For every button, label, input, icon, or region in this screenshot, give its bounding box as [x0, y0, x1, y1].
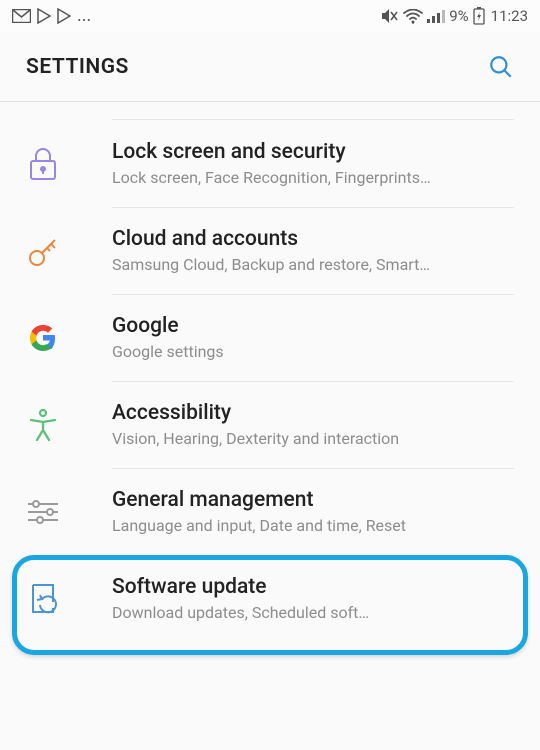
- settings-list: Lock screen and security Lock screen, Fa…: [0, 102, 540, 642]
- accessibility-icon: [26, 408, 60, 442]
- signal-icon: [427, 9, 445, 23]
- google-icon: [26, 321, 60, 355]
- item-subtitle: Download updates, Scheduled soft…: [112, 603, 492, 622]
- settings-item-cloud-accounts[interactable]: Cloud and accounts Samsung Cloud, Backup…: [0, 207, 540, 294]
- header: SETTINGS: [0, 32, 540, 102]
- item-subtitle: Lock screen, Face Recognition, Fingerpri…: [112, 168, 492, 187]
- settings-item-software-update[interactable]: Software update Download updates, Schedu…: [0, 555, 540, 642]
- settings-item-lock-screen[interactable]: Lock screen and security Lock screen, Fa…: [0, 120, 540, 207]
- battery-icon: [473, 7, 485, 25]
- play-icon: [57, 8, 71, 24]
- item-subtitle: Language and input, Date and time, Reset: [112, 516, 492, 535]
- truncated-item: [112, 102, 514, 120]
- settings-item-general-management[interactable]: General management Language and input, D…: [0, 468, 540, 555]
- play-icon: [37, 8, 51, 24]
- item-subtitle: Samsung Cloud, Backup and restore, Smart…: [112, 255, 492, 274]
- page-title: SETTINGS: [26, 55, 129, 79]
- key-icon: [26, 234, 60, 268]
- item-title: General management: [112, 488, 514, 512]
- battery-percent: 9%: [449, 7, 468, 25]
- item-subtitle: Google settings: [112, 342, 492, 361]
- wifi-icon: [403, 9, 423, 24]
- mute-icon: [381, 8, 399, 24]
- clock: 11:23: [491, 7, 528, 25]
- status-right: 9% 11:23: [381, 7, 528, 25]
- update-icon: [26, 582, 60, 616]
- item-title: Software update: [112, 575, 514, 599]
- status-bar: ... 9% 11:23: [0, 0, 540, 32]
- search-icon[interactable]: [488, 54, 514, 80]
- more-indicator: ...: [77, 11, 91, 21]
- settings-item-accessibility[interactable]: Accessibility Vision, Hearing, Dexterity…: [0, 381, 540, 468]
- item-title: Accessibility: [112, 401, 514, 425]
- item-subtitle: Vision, Hearing, Dexterity and interacti…: [112, 429, 492, 448]
- lock-icon: [26, 147, 60, 181]
- mail-icon: [12, 9, 31, 23]
- status-left: ...: [12, 8, 91, 24]
- item-title: Cloud and accounts: [112, 227, 514, 251]
- item-title: Lock screen and security: [112, 140, 514, 164]
- item-title: Google: [112, 314, 514, 338]
- sliders-icon: [26, 495, 60, 529]
- settings-item-google[interactable]: Google Google settings: [0, 294, 540, 381]
